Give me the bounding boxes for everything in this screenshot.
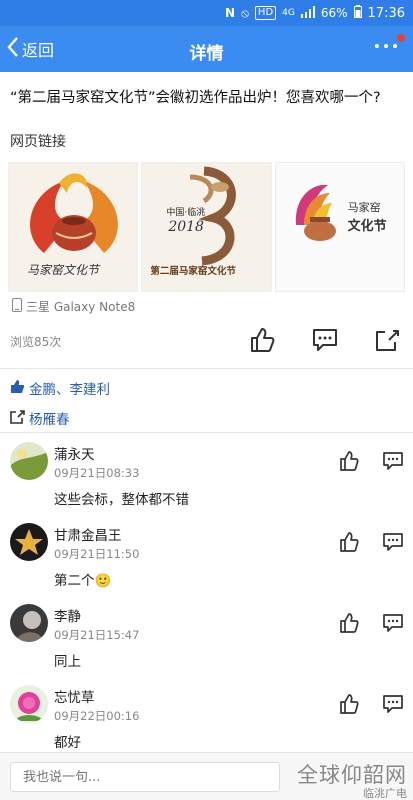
logo-2-subcaption: 中国·临洮 bbox=[166, 208, 206, 218]
logo-1-caption: 马家窑文化节 bbox=[27, 263, 100, 277]
shared-by-names[interactable]: 杨雁春 bbox=[29, 408, 70, 428]
liked-by-names[interactable]: 金鹏、李建利 bbox=[29, 378, 110, 398]
mute-icon: ⦸ bbox=[241, 5, 249, 20]
logo-3-caption: 马家窑 bbox=[347, 201, 381, 214]
likes-row: 金鹏、李建利 bbox=[10, 378, 110, 398]
thumbs-up-icon bbox=[340, 451, 359, 471]
comment-icon bbox=[383, 533, 403, 551]
more-icon-dot bbox=[384, 44, 388, 48]
status-bar: N ⦸ HD 4G 66% 17:36 bbox=[0, 0, 413, 26]
logo-images[interactable]: 马家窑文化节 中国·临洮 2018 第二届马家窑文化节 马家窑 文化节 bbox=[8, 162, 405, 292]
nav-bar: 返回 详情 bbox=[0, 26, 413, 72]
avatar[interactable] bbox=[10, 685, 48, 723]
comment-icon bbox=[383, 452, 403, 470]
comment-time: 09月21日15:47 bbox=[54, 628, 140, 642]
comment-time: 09月21日11:50 bbox=[54, 547, 140, 561]
device-info: 三星 Galaxy Note8 bbox=[12, 298, 135, 315]
comment-reply-button[interactable] bbox=[382, 693, 404, 715]
post-title: “第二届马家窑文化节”会徽初选作品出炉！您喜欢哪一个? bbox=[10, 90, 381, 106]
more-button[interactable] bbox=[373, 34, 405, 60]
comment-time: 09月21日08:33 bbox=[54, 466, 140, 480]
thumbs-up-icon bbox=[340, 532, 359, 552]
comment-author[interactable]: 甘肃金昌王 bbox=[54, 524, 122, 544]
phone-icon bbox=[12, 298, 22, 315]
status-icons: N ⦸ HD 4G 66% 17:36 bbox=[225, 5, 405, 21]
comment-author[interactable]: 李静 bbox=[54, 605, 81, 625]
thumbs-up-small-icon bbox=[10, 379, 25, 398]
more-icon bbox=[375, 44, 379, 48]
comment-text: 同上 bbox=[54, 654, 81, 670]
comment-input[interactable] bbox=[10, 762, 280, 792]
logo-2-year: 2018 bbox=[168, 219, 204, 235]
logo-image-2[interactable]: 中国·临洮 2018 第二届马家窑文化节 bbox=[141, 162, 272, 292]
avatar[interactable] bbox=[10, 523, 48, 561]
divider bbox=[0, 432, 413, 433]
comment-text: 都好 bbox=[54, 735, 81, 751]
device-name: 三星 Galaxy Note8 bbox=[26, 300, 136, 314]
thumbs-up-icon bbox=[251, 328, 275, 352]
comment-text: 这些会标，整体都不错 bbox=[54, 492, 189, 508]
like-button[interactable] bbox=[248, 326, 276, 354]
more-icon-dot bbox=[393, 44, 397, 48]
comment-icon bbox=[313, 329, 337, 351]
logo-image-1[interactable]: 马家窑文化节 bbox=[8, 162, 139, 292]
comment-item: 蒲永天 09月21日08:33 这些会标，整体都不错 bbox=[0, 438, 413, 518]
comment-item: 李静 09月21日15:47 同上 bbox=[0, 600, 413, 680]
comment-like-button[interactable] bbox=[338, 612, 360, 634]
comment-icon bbox=[383, 695, 403, 713]
view-count: 浏览85次 bbox=[10, 335, 62, 349]
comment-time: 09月22日00:16 bbox=[54, 709, 140, 723]
logo-image-3[interactable]: 马家窑 文化节 bbox=[274, 162, 405, 292]
share-icon bbox=[376, 330, 399, 351]
avatar[interactable] bbox=[10, 442, 48, 480]
battery-icon bbox=[353, 5, 362, 21]
divider bbox=[0, 368, 413, 369]
comment-author[interactable]: 忘忧草 bbox=[54, 686, 95, 706]
share-small-icon bbox=[10, 409, 25, 428]
comment-like-button[interactable] bbox=[338, 531, 360, 553]
comment-input-bar: 全球仰韶网 临洮广电 bbox=[0, 752, 413, 800]
status-time: 17:36 bbox=[367, 5, 405, 21]
notification-dot bbox=[397, 34, 405, 42]
avatar[interactable] bbox=[10, 604, 48, 642]
nfc-icon: N bbox=[225, 6, 236, 20]
comment-reply-button[interactable] bbox=[382, 612, 404, 634]
comment-like-button[interactable] bbox=[338, 693, 360, 715]
logo-3-subcaption: 文化节 bbox=[347, 219, 387, 234]
signal-icon bbox=[300, 5, 315, 21]
share-button[interactable] bbox=[373, 326, 401, 354]
comment-author[interactable]: 蒲永天 bbox=[54, 443, 95, 463]
hd-badge: HD bbox=[254, 6, 277, 20]
web-link[interactable]: 网页链接 bbox=[10, 131, 66, 151]
comment-item: 忘忧草 09月22日00:16 都好 bbox=[0, 681, 413, 761]
comment-text: 第二个🙂 bbox=[54, 573, 112, 589]
shares-row: 杨雁春 bbox=[10, 408, 70, 428]
battery-percent: 66% bbox=[320, 6, 348, 20]
comment-like-button[interactable] bbox=[338, 450, 360, 472]
comment-reply-button[interactable] bbox=[382, 450, 404, 472]
watermark: 全球仰韶网 临洮广电 bbox=[297, 759, 407, 800]
logo-2-caption: 第二届马家窑文化节 bbox=[150, 266, 236, 277]
page-title: 详情 bbox=[189, 44, 224, 64]
thumbs-up-icon bbox=[340, 694, 359, 714]
comment-icon bbox=[383, 614, 403, 632]
thumbs-up-icon bbox=[340, 613, 359, 633]
comment-reply-button[interactable] bbox=[382, 531, 404, 553]
comment-item: 甘肃金昌王 09月21日11:50 第二个🙂 bbox=[0, 519, 413, 599]
network-label: 4G bbox=[282, 8, 295, 18]
comment-button[interactable] bbox=[311, 326, 339, 354]
